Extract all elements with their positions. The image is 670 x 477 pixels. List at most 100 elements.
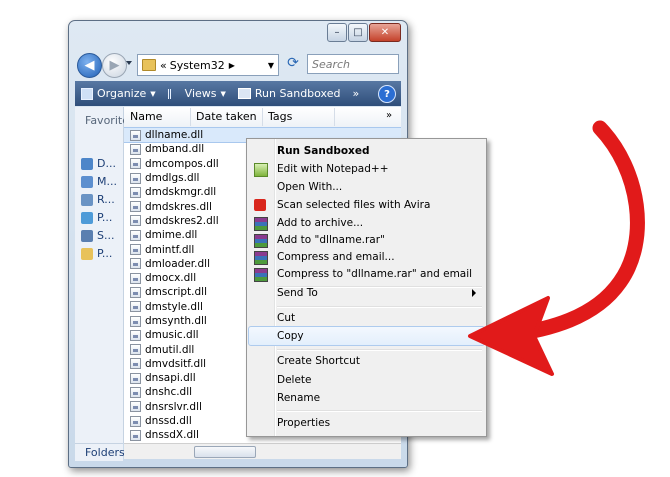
column-divider[interactable]: [334, 108, 335, 126]
organize-button[interactable]: Organize ▼: [81, 87, 156, 100]
favorite-links-header: Favorite: [85, 114, 129, 127]
menu-separator: [277, 349, 482, 351]
address-bar[interactable]: « System32 ▶ ▼: [137, 54, 279, 76]
menu-item-copy[interactable]: Copy: [248, 326, 485, 346]
breadcrumb-chevron-icon[interactable]: ▶: [229, 61, 235, 70]
file-name: dmcompos.dll: [145, 157, 219, 170]
arrow-shaft: [500, 120, 645, 343]
favorite-link-label: S...: [97, 229, 115, 242]
sandbox-icon: [237, 88, 251, 99]
menu-item-properties[interactable]: Properties: [249, 414, 484, 432]
menu-item-send-to[interactable]: Send To: [249, 284, 484, 302]
help-icon[interactable]: ?: [378, 85, 396, 103]
column-divider[interactable]: [262, 108, 263, 126]
organize-icon: [81, 87, 93, 100]
file-name: dmscript.dll: [145, 286, 207, 299]
favorite-link-label: D...: [97, 157, 116, 170]
dll-file-icon: [130, 344, 141, 356]
column-divider[interactable]: [190, 108, 191, 126]
dll-file-icon: [130, 244, 141, 256]
more-columns-icon[interactable]: »: [386, 110, 392, 121]
run-sandboxed-button[interactable]: Run Sandboxed: [237, 87, 340, 100]
organize-label: Organize: [97, 87, 147, 100]
navigation-pane: Favorite D... M... R... P... S... P...: [75, 107, 129, 443]
file-name: dmband.dll: [145, 143, 205, 156]
recent-pages-dropdown[interactable]: [126, 61, 132, 65]
menu-item-edit-notepad[interactable]: Edit with Notepad++: [249, 160, 484, 178]
menu-item-create-shortcut[interactable]: Create Shortcut: [249, 352, 484, 370]
avira-icon: [254, 199, 266, 211]
menu-item-delete[interactable]: Delete: [249, 371, 484, 389]
breadcrumb-prefix[interactable]: «: [160, 59, 167, 72]
menu-item-label: Edit with Notepad++: [277, 163, 389, 175]
favorite-link-label: R...: [97, 193, 115, 206]
winrar-icon: [254, 268, 268, 282]
favorite-link-label: P...: [97, 247, 113, 260]
column-date-taken[interactable]: Date taken: [196, 110, 257, 123]
folders-toggle[interactable]: Folders: [75, 443, 125, 461]
horizontal-scrollbar[interactable]: [124, 443, 401, 459]
menu-item-scan-avira[interactable]: Scan selected files with Avira: [249, 196, 484, 214]
menu-item-add-archive[interactable]: Add to archive...: [249, 214, 484, 232]
menu-item-label: Compress to "dllname.rar" and email: [277, 268, 473, 280]
forward-button[interactable]: ▶: [102, 53, 127, 78]
menu-item-label: Rename: [277, 392, 321, 404]
dll-file-icon: [130, 129, 141, 141]
file-name: dnsrslvr.dll: [145, 400, 202, 413]
notepad-icon: [254, 163, 268, 177]
chevron-down-icon: ▼: [150, 89, 156, 98]
menu-item-run-sandboxed[interactable]: Run Sandboxed: [249, 142, 484, 160]
searches-icon: [81, 229, 93, 242]
menu-item-compress-email[interactable]: Compress and email...: [249, 248, 484, 266]
maximize-button[interactable]: □: [348, 23, 368, 42]
refresh-icon[interactable]: ⟳: [284, 55, 302, 73]
favorite-link-label: M...: [97, 175, 117, 188]
column-header-row: Name Date taken Tags »: [124, 107, 401, 128]
dll-file-icon: [130, 415, 141, 427]
scrollbar-thumb[interactable]: [194, 446, 256, 458]
navigation-bar: ◀ ▶ « System32 ▶ ▼ ⟳ Search: [75, 51, 401, 79]
dll-file-icon: [130, 201, 141, 213]
pictures-icon: [81, 211, 93, 224]
winrar-icon: [254, 251, 268, 265]
menu-item-label: Add to "dllname.rar": [277, 234, 385, 246]
menu-item-cut[interactable]: Cut: [249, 309, 484, 327]
views-button[interactable]: Views ▼: [167, 87, 226, 100]
menu-item-label: Compress and email...: [277, 251, 395, 263]
breadcrumb-system32[interactable]: System32: [170, 59, 225, 72]
address-dropdown-icon[interactable]: ▼: [268, 61, 274, 70]
column-name[interactable]: Name: [130, 110, 162, 123]
views-icon: [167, 88, 181, 99]
favorite-link-searches[interactable]: S...: [81, 229, 114, 242]
back-button[interactable]: ◀: [77, 53, 102, 78]
close-button[interactable]: ✕: [369, 23, 401, 42]
documents-icon: [81, 157, 93, 170]
favorite-link-label: P...: [97, 211, 113, 224]
menu-item-open-with[interactable]: Open With...: [249, 178, 484, 196]
menu-item-compress-rar-email[interactable]: Compress to "dllname.rar" and email: [249, 265, 484, 283]
submenu-arrow-icon: [472, 289, 476, 297]
menu-item-label: Create Shortcut: [277, 355, 360, 367]
favorite-link-public[interactable]: P...: [81, 247, 112, 260]
favorite-link-music[interactable]: M...: [81, 175, 117, 188]
dll-file-icon: [130, 229, 141, 241]
folder-icon: [142, 59, 156, 71]
dll-file-icon: [130, 172, 141, 184]
music-icon: [81, 175, 93, 188]
column-tags[interactable]: Tags: [268, 110, 292, 123]
favorite-link-documents[interactable]: D...: [81, 157, 116, 170]
file-name: dmloader.dll: [145, 257, 210, 270]
search-input[interactable]: Search: [307, 54, 399, 74]
dll-file-icon: [130, 329, 141, 341]
toolbar-more-button[interactable]: »: [352, 87, 359, 100]
menu-item-label: Add to archive...: [277, 217, 364, 229]
favorite-link-recent[interactable]: R...: [81, 193, 115, 206]
minimize-button[interactable]: –: [327, 23, 347, 42]
menu-item-rename[interactable]: Rename: [249, 389, 484, 407]
menu-item-add-rar[interactable]: Add to "dllname.rar": [249, 231, 484, 249]
dll-file-icon: [130, 215, 141, 227]
dll-file-icon: [130, 301, 141, 313]
favorite-link-pictures[interactable]: P...: [81, 211, 112, 224]
file-name: dmime.dll: [145, 229, 198, 242]
file-name: dmintf.dll: [145, 243, 195, 256]
